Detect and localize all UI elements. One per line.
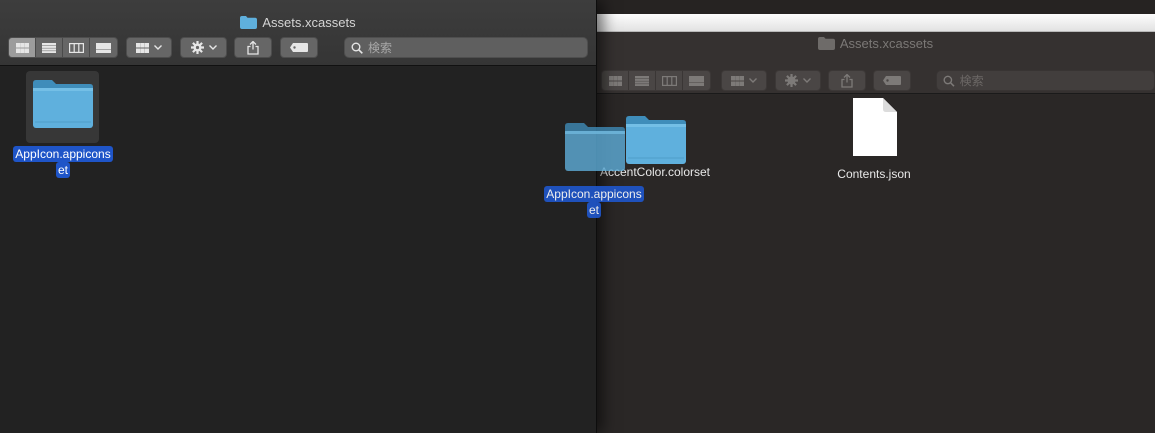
action-button[interactable] [775, 70, 821, 91]
share-button[interactable] [234, 37, 272, 58]
window-title-text: Assets.xcassets [262, 15, 356, 30]
drag-label-line1: AppIcon.appicons [544, 186, 644, 202]
file-area[interactable]: AppIcon.appicons et [0, 67, 596, 433]
folder-icon [240, 16, 258, 32]
list-view-icon[interactable] [36, 38, 63, 57]
column-view-icon[interactable] [63, 38, 90, 57]
file-label: Contents.json [837, 167, 911, 181]
document-icon [852, 97, 898, 157]
group-by-icon [136, 42, 149, 53]
finder-window-back[interactable]: Assets.xcassets 検索 AccentColor.colorset … [596, 14, 1155, 433]
toolbar [8, 37, 588, 59]
search-input[interactable] [368, 40, 568, 55]
chevron-down-icon [154, 45, 162, 50]
icon-view-icon[interactable] [602, 71, 629, 90]
search-icon [943, 75, 955, 87]
share-button[interactable] [828, 70, 866, 91]
column-view-icon[interactable] [656, 71, 683, 90]
drag-ghost-appicon: AppIcon.appicons et [532, 122, 656, 218]
search-field[interactable] [344, 37, 588, 58]
group-by-button[interactable] [721, 70, 767, 91]
tag-button[interactable] [280, 37, 318, 58]
share-icon [841, 73, 853, 88]
window-edge-strip [596, 14, 1155, 32]
action-button[interactable] [180, 37, 227, 58]
share-icon [247, 40, 259, 55]
chevron-down-icon [749, 78, 757, 83]
folder-icon [817, 37, 835, 53]
gear-icon [785, 74, 798, 87]
icon-view-icon[interactable] [9, 38, 36, 57]
titlebar[interactable]: Assets.xcassets [596, 32, 1155, 94]
finder-window-front[interactable]: Assets.xcassets 検索 AppIcon.appicons et [0, 0, 597, 433]
file-label-line1: AppIcon.appicons [13, 146, 113, 162]
drag-label-line2: et [586, 202, 601, 218]
tag-button[interactable] [873, 70, 911, 91]
window-title-text: Assets.xcassets [839, 36, 934, 51]
group-by-icon [731, 75, 744, 86]
gallery-view-icon[interactable] [683, 71, 710, 90]
file-item-contents-json[interactable]: Contents.json [815, 97, 933, 181]
window-title: Assets.xcassets [0, 15, 596, 32]
folder-icon [32, 79, 94, 129]
folder-icon [564, 122, 626, 172]
view-mode-segmented [8, 37, 118, 58]
tag-icon [290, 43, 308, 52]
gallery-view-icon[interactable] [90, 38, 117, 57]
group-by-button[interactable] [126, 37, 172, 58]
chevron-down-icon [208, 45, 217, 50]
gear-icon [190, 41, 204, 54]
list-view-icon[interactable] [629, 71, 656, 90]
titlebar[interactable]: Assets.xcassets [0, 0, 596, 66]
desktop: Assets.xcassets 検索 AccentColor.colorset … [0, 0, 1155, 433]
window-title: Assets.xcassets [596, 36, 1155, 53]
view-mode-segmented [601, 70, 711, 91]
file-label-line2: et [55, 162, 70, 178]
file-area[interactable]: AccentColor.colorset Contents.json [596, 95, 1155, 433]
tag-icon [883, 76, 901, 85]
search-input[interactable] [959, 73, 1154, 88]
search-field[interactable] [936, 70, 1155, 91]
search-icon [351, 42, 363, 54]
chevron-down-icon [803, 78, 811, 83]
toolbar [601, 70, 1155, 92]
folder-item-appicon[interactable]: AppIcon.appicons et [0, 79, 126, 178]
